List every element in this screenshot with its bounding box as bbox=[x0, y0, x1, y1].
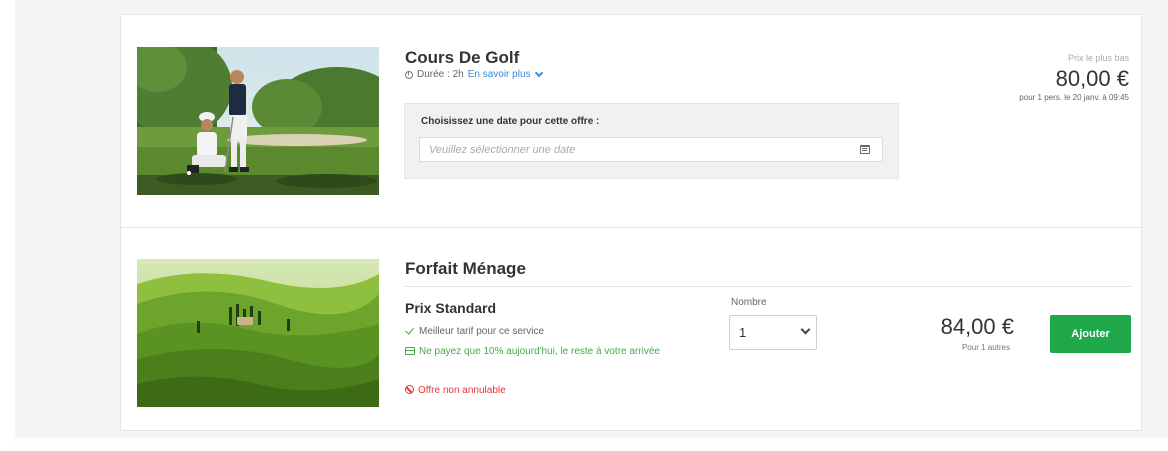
lowest-price-label: Prix le plus bas bbox=[1067, 53, 1129, 63]
rate-title: Prix Standard bbox=[405, 300, 497, 316]
offer-image-golf[interactable] bbox=[137, 47, 379, 195]
offer-price: 80,00 € bbox=[1055, 66, 1129, 91]
offer-price: 84,00 € bbox=[940, 314, 1014, 339]
quantity-select[interactable]: 1 bbox=[729, 315, 817, 350]
quantity-label: Nombre bbox=[731, 297, 767, 308]
duration-text: Durée : 2h bbox=[417, 69, 464, 80]
feature-text: Ne payez que 10% aujourd'hui, le reste à… bbox=[419, 346, 660, 357]
calendar-icon[interactable] bbox=[860, 145, 870, 154]
more-info-link[interactable]: En savoir plus bbox=[467, 68, 543, 80]
golf-photo bbox=[137, 47, 379, 195]
chevron-down-icon bbox=[534, 68, 543, 77]
clock-icon bbox=[405, 70, 413, 79]
more-info-label: En savoir plus bbox=[467, 69, 531, 80]
offer-title: Cours De Golf bbox=[405, 48, 520, 67]
feature-best-rate: Meilleur tarif pour ce service bbox=[405, 325, 544, 338]
left-margin bbox=[0, 0, 15, 451]
date-input[interactable] bbox=[419, 137, 883, 162]
hills-photo bbox=[137, 259, 379, 407]
chevron-down-icon bbox=[800, 324, 811, 335]
feature-partial-payment: Ne payez que 10% aujourd'hui, le reste à… bbox=[405, 345, 705, 358]
page: Cours De Golf Durée : 2h En savoir plus … bbox=[0, 0, 1168, 451]
quantity-value: 1 bbox=[739, 325, 747, 340]
feature-text: Meilleur tarif pour ce service bbox=[419, 326, 545, 337]
offer-meta: Durée : 2h En savoir plus bbox=[405, 68, 543, 80]
check-icon bbox=[405, 325, 414, 335]
bottom-edge bbox=[15, 437, 1168, 451]
date-prompt: Choisissez une date pour cette offre : bbox=[421, 116, 600, 127]
date-picker-panel: Choisissez une date pour cette offre : bbox=[404, 103, 899, 179]
divider bbox=[404, 286, 1132, 287]
price-note: Pour 1 autres bbox=[961, 343, 1010, 352]
card-icon bbox=[405, 347, 415, 355]
offer-card-menage: Forfait Ménage Prix Standard Meilleur ta… bbox=[120, 228, 1142, 431]
offer-card-golf: Cours De Golf Durée : 2h En savoir plus … bbox=[120, 14, 1142, 228]
feature-non-refundable: Offre non annulable bbox=[405, 384, 506, 397]
ban-icon bbox=[405, 385, 414, 394]
add-button[interactable]: Ajouter bbox=[1050, 315, 1131, 353]
offer-title: Forfait Ménage bbox=[405, 259, 526, 278]
feature-text: Offre non annulable bbox=[418, 385, 506, 396]
offer-image-menage[interactable] bbox=[137, 259, 379, 407]
price-note: pour 1 pers. le 20 janv. à 09:45 bbox=[1019, 93, 1129, 102]
